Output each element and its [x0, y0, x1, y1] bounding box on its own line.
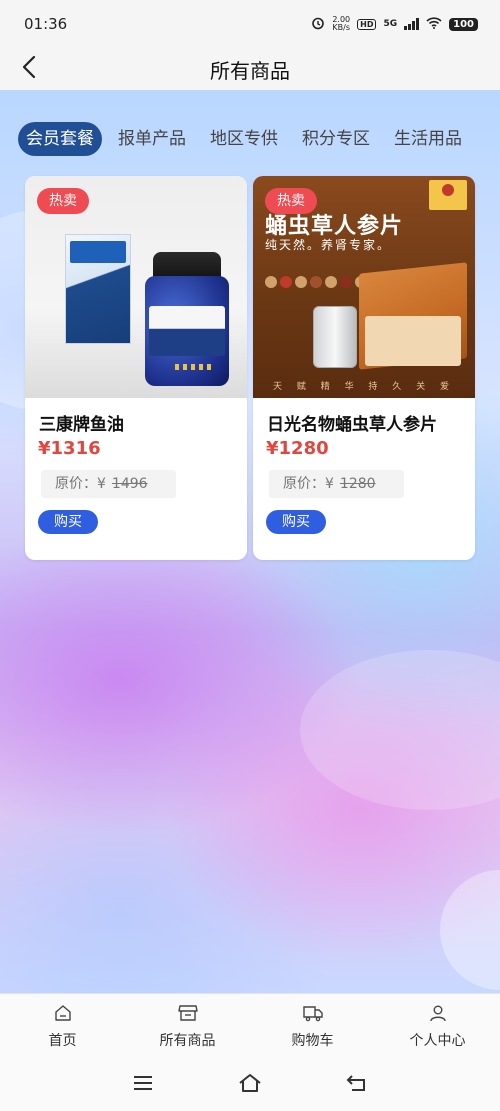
bg-decoration — [440, 870, 500, 990]
tab-regional[interactable]: 地区专供 — [198, 122, 290, 156]
chevron-left-icon — [21, 55, 37, 83]
brand-logo — [429, 180, 467, 210]
original-price-currency: ¥ — [97, 476, 106, 492]
product-image[interactable]: 热卖 — [25, 176, 247, 398]
bottom-tab-profile[interactable]: 个人中心 — [375, 1004, 500, 1050]
original-price-currency: ¥ — [325, 476, 334, 492]
hd-badge: HD — [357, 18, 377, 30]
original-price-value: 1280 — [339, 476, 376, 492]
page-title: 所有商品 — [210, 58, 290, 83]
product-card[interactable]: 蛹虫草人参片 纯天然。养肾专家。 天 赋 精 华 持 久 关 爱 热卖 日光名物… — [253, 176, 475, 560]
status-icons: 2.00 KB/s HD 5G 100 — [311, 16, 478, 33]
original-price-label: 原价： — [283, 476, 325, 492]
bottom-tab-home[interactable]: 首页 — [0, 1004, 125, 1050]
home-outline-icon — [238, 1073, 262, 1097]
gift-box-inner-graphic — [365, 316, 461, 366]
bottom-tab-label: 购物车 — [291, 1032, 334, 1049]
bottom-tab-bar: 首页 所有商品 购物车 个人中心 — [0, 993, 500, 1059]
network-type: 5G — [383, 19, 398, 29]
product-price: ¥1316 — [38, 438, 101, 459]
alarm-icon — [311, 16, 325, 33]
bottom-tab-all-products[interactable]: 所有商品 — [125, 1004, 250, 1050]
herb-graphics — [265, 276, 367, 288]
bottom-tab-cart[interactable]: 购物车 — [250, 1004, 375, 1050]
product-box-graphic — [65, 234, 131, 344]
status-bar: 01:36 2.00 KB/s HD 5G 100 — [0, 0, 500, 48]
system-nav-bar — [0, 1059, 500, 1111]
category-tabs: 会员套餐 报单产品 地区专供 积分专区 生活用品 — [18, 122, 474, 156]
bottom-tab-label: 所有商品 — [159, 1032, 216, 1049]
product-card[interactable]: 热卖 三康牌鱼油 ¥1316 原价：¥ 1496 购买 — [25, 176, 247, 560]
original-price: 原价：¥ 1280 — [269, 470, 404, 498]
product-image[interactable]: 蛹虫草人参片 纯天然。养肾专家。 天 赋 精 华 持 久 关 爱 热卖 — [253, 176, 475, 398]
original-price: 原价：¥ 1496 — [41, 470, 176, 498]
tab-daily-goods[interactable]: 生活用品 — [382, 122, 474, 156]
return-icon — [346, 1074, 368, 1096]
product-price: ¥1280 — [266, 438, 329, 459]
menu-icon — [133, 1075, 153, 1095]
product-name: 日光名物蛹虫草人参片 — [267, 415, 437, 435]
jar-graphic — [313, 306, 357, 368]
status-time: 01:36 — [24, 15, 68, 33]
menu-button[interactable] — [128, 1070, 158, 1100]
home-button[interactable] — [235, 1070, 265, 1100]
user-icon — [429, 1004, 447, 1026]
store-icon — [177, 1004, 198, 1026]
battery-indicator: 100 — [449, 17, 478, 31]
original-price-label: 原价： — [55, 476, 97, 492]
nav-bar: 所有商品 — [0, 48, 500, 90]
hot-badge: 热卖 — [37, 188, 89, 214]
truck-icon — [302, 1004, 323, 1026]
bottom-tab-label: 首页 — [48, 1032, 77, 1049]
tab-order-products[interactable]: 报单产品 — [106, 122, 198, 156]
back-system-button[interactable] — [342, 1070, 372, 1100]
buy-button[interactable]: 购买 — [38, 510, 98, 534]
image-subtitle: 纯天然。养肾专家。 — [265, 238, 392, 252]
net-speed-unit: KB/s — [332, 23, 351, 32]
tab-points[interactable]: 积分专区 — [290, 122, 382, 156]
main-content[interactable]: 会员套餐 报单产品 地区专供 积分专区 生活用品 热卖 三康牌鱼油 ¥1316 … — [0, 90, 500, 993]
buy-button[interactable]: 购买 — [266, 510, 326, 534]
original-price-value: 1496 — [111, 476, 148, 492]
bg-decoration — [300, 650, 500, 810]
tab-membership[interactable]: 会员套餐 — [18, 122, 102, 156]
bottom-tab-label: 个人中心 — [409, 1032, 466, 1049]
image-footer: 天 赋 精 华 持 久 关 爱 — [272, 382, 456, 392]
net-speed: 2.00 KB/s — [332, 16, 350, 32]
back-button[interactable] — [14, 54, 44, 84]
wifi-icon — [426, 16, 442, 32]
bottle-label-graphic — [149, 306, 225, 356]
home-icon — [54, 1004, 72, 1026]
signal-icon — [404, 18, 420, 30]
hot-badge: 热卖 — [265, 188, 317, 214]
product-name: 三康牌鱼油 — [39, 415, 124, 435]
decoration — [175, 364, 215, 370]
